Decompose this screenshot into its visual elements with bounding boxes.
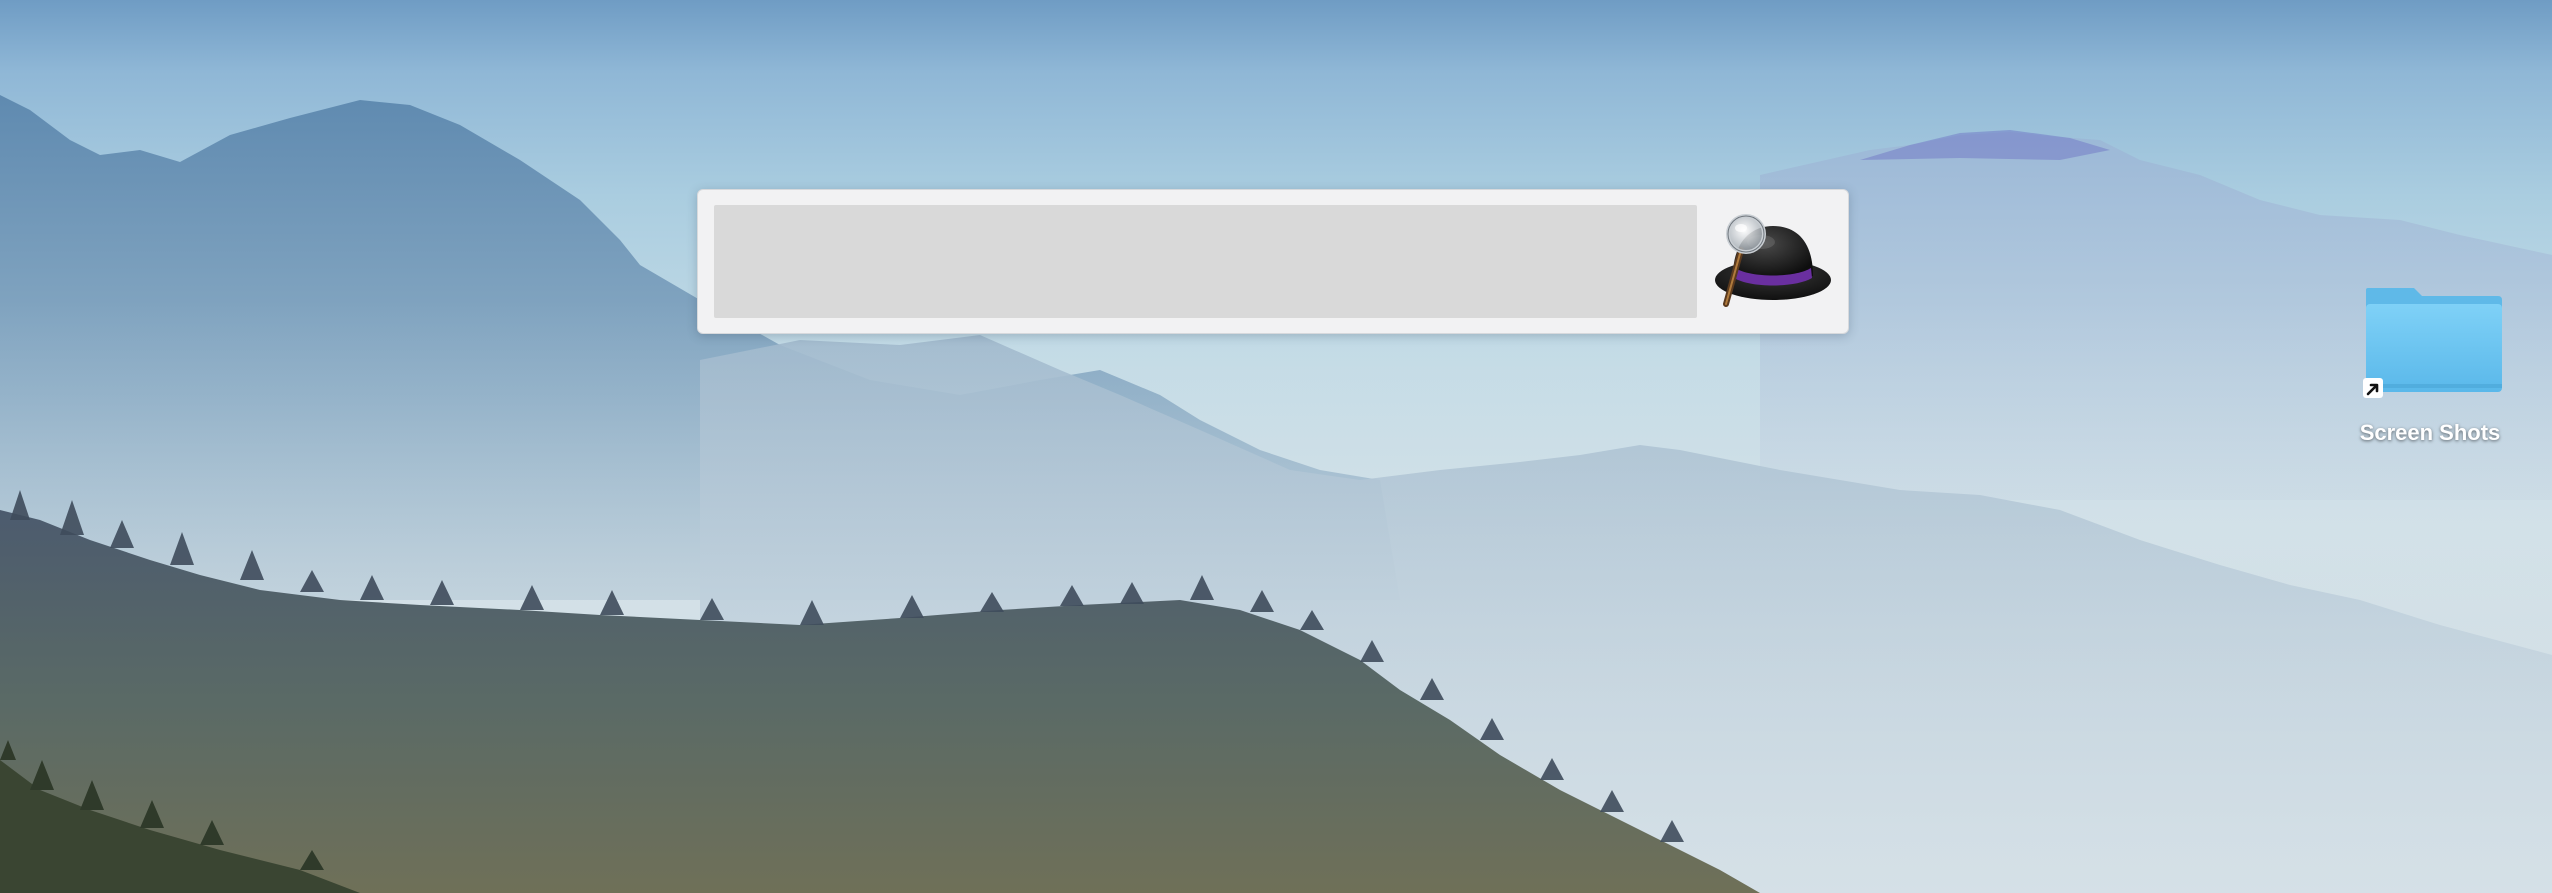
alfred-launcher-window (697, 189, 1849, 334)
desktop-item-screen-shots[interactable]: Screen Shots (2340, 270, 2520, 450)
alfred-hat-magnifier-icon[interactable] (1711, 212, 1835, 312)
alias-arrow-icon (2363, 378, 2383, 398)
desktop[interactable]: Screen Shots (0, 0, 2552, 893)
folder-label: Screen Shots (2359, 420, 2501, 445)
search-input[interactable] (714, 205, 1697, 318)
mountain-wallpaper (0, 95, 2552, 893)
